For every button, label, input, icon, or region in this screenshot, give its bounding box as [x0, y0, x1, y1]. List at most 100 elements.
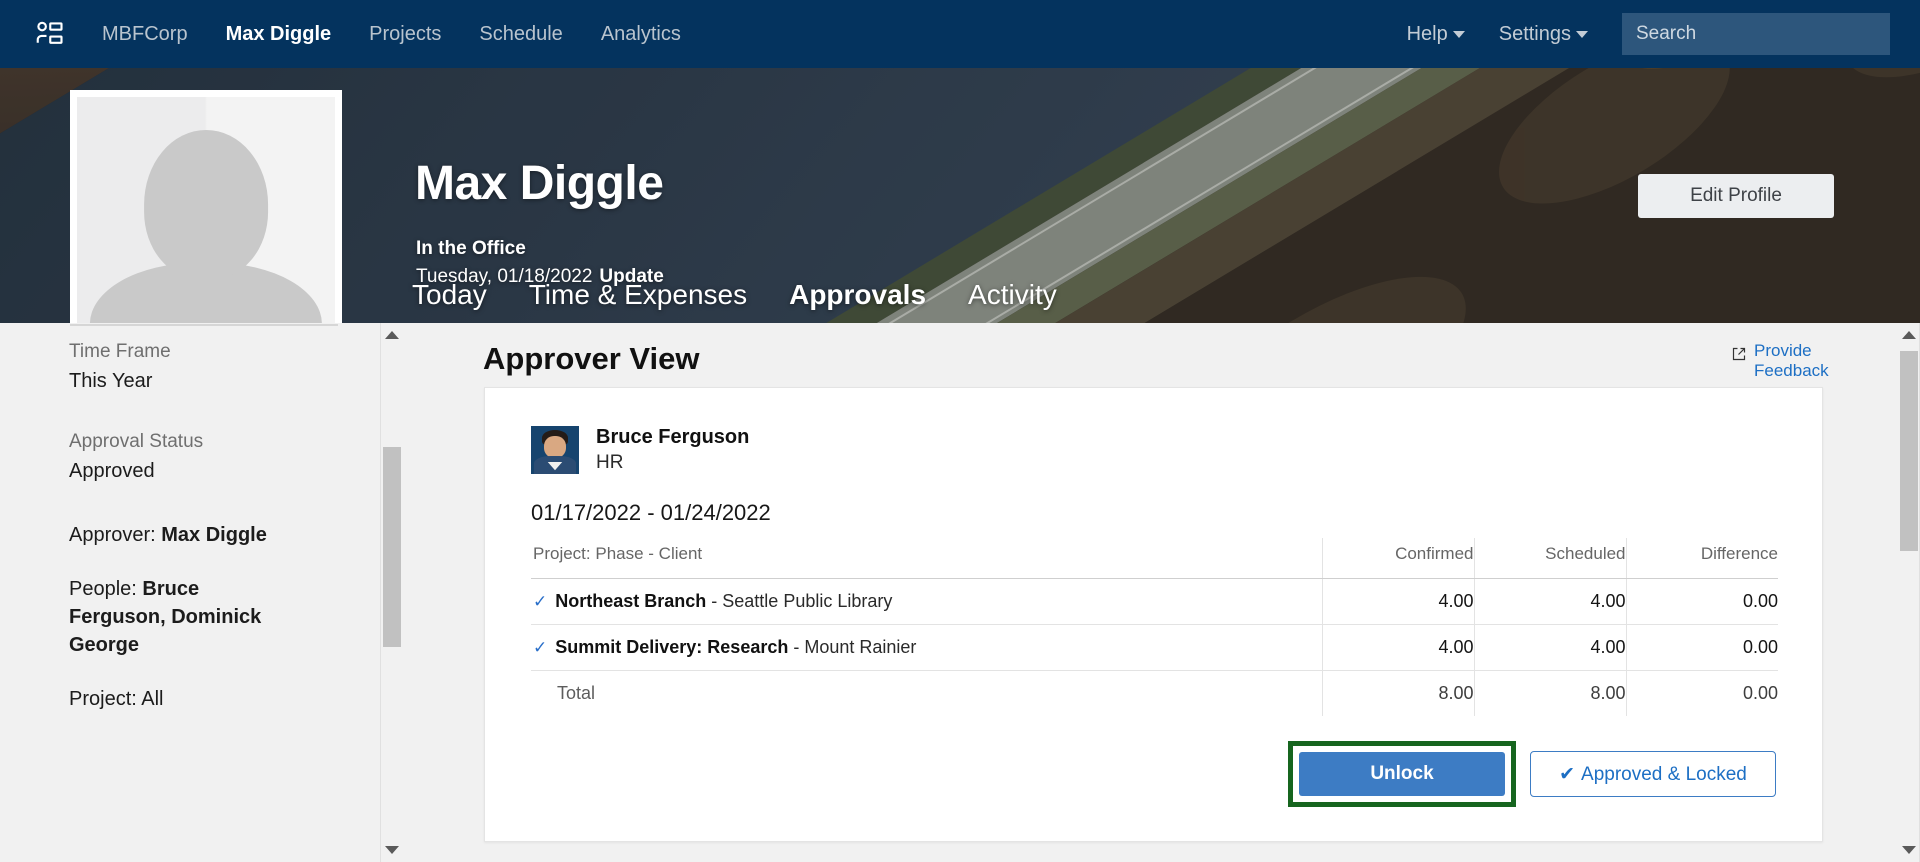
people-list-icon[interactable]: [34, 19, 64, 49]
hours-table: Project: Phase - Client Confirmed Schedu…: [531, 538, 1778, 716]
row-scheduled-cell: 4.00: [1473, 624, 1626, 671]
external-link-icon: [1732, 347, 1746, 361]
scrollbar-thumb[interactable]: [383, 447, 401, 647]
approver-prefix: Approver:: [69, 524, 162, 546]
edit-profile-button[interactable]: Edit Profile: [1638, 174, 1834, 218]
nav-link-analytics[interactable]: Analytics: [601, 23, 681, 46]
project-prefix: Project:: [69, 688, 142, 710]
time-frame-value: This Year: [69, 370, 153, 392]
avatar-face-shape: [543, 435, 567, 458]
nav-link-max-diggle[interactable]: Max Diggle: [226, 23, 332, 46]
total-difference: 0.00: [1625, 670, 1778, 716]
row-confirmed-cell: 4.00: [1321, 578, 1474, 625]
unlock-highlight-box: Unlock: [1288, 741, 1516, 807]
scroll-up-arrow-icon[interactable]: [1901, 331, 1916, 339]
avatar-underline-divider: [70, 324, 338, 326]
approval-status-label: Approval Status: [69, 431, 204, 452]
row-project-name: Northeast Branch: [555, 591, 707, 611]
tab-approvals[interactable]: Approvals: [789, 279, 926, 311]
time-frame-label: Time Frame: [69, 341, 171, 362]
unlock-button[interactable]: Unlock: [1299, 752, 1505, 796]
approver-view-title: Approver View: [483, 341, 700, 376]
table-body: ✓ Northeast Branch - Seattle Public Libra…: [531, 578, 1778, 716]
nav-right-group: Help Settings: [1407, 13, 1920, 55]
total-label: Total: [557, 683, 596, 703]
chevron-down-icon: [1576, 30, 1588, 38]
check-icon: ✓: [533, 592, 548, 611]
row-scheduled-cell: 4.00: [1473, 578, 1626, 625]
row-project-separator: -: [706, 591, 723, 611]
body-area: Time Frame This Year Approval Status App…: [0, 323, 1920, 862]
check-icon: ✔: [1559, 763, 1576, 785]
status-badge: In the Office: [416, 238, 526, 259]
check-icon: ✓: [533, 638, 548, 657]
card-action-buttons: Unlock ✔ Approved & Locked: [1288, 741, 1776, 807]
column-header-scheduled: Scheduled: [1473, 538, 1626, 579]
filter-time-frame[interactable]: Time Frame This Year: [69, 341, 380, 393]
column-header-confirmed: Confirmed: [1321, 538, 1474, 579]
column-header-project: Project: Phase - Client: [531, 538, 1322, 579]
page-title: Max Diggle: [415, 157, 664, 210]
person-role: HR: [596, 452, 624, 473]
total-confirmed: 8.00: [1321, 670, 1474, 716]
scrollbar-thumb[interactable]: [1900, 351, 1918, 551]
tab-activity[interactable]: Activity: [968, 279, 1057, 311]
nav-link-projects[interactable]: Projects: [369, 23, 441, 46]
row-project-name: Summit Delivery: Research: [555, 637, 789, 657]
table-row[interactable]: ✓ Summit Delivery: Research - Mount Raini…: [531, 624, 1778, 671]
avatar-placeholder-image: [77, 97, 335, 323]
row-project-client: Seattle Public Library: [722, 591, 893, 611]
row-project-cell: ✓ Northeast Branch - Seattle Public Libra…: [531, 578, 1322, 625]
filter-people[interactable]: People: Bruce Ferguson, Dominick George: [69, 575, 299, 659]
row-difference-cell: 0.00: [1625, 578, 1778, 625]
filter-approver[interactable]: Approver: Max Diggle: [69, 521, 299, 549]
nav-link-mbfcorp[interactable]: MBFCorp: [102, 23, 188, 46]
card-person-header: Bruce Ferguson HR: [531, 426, 749, 474]
help-menu-label: Help: [1406, 22, 1448, 45]
filter-approval-status[interactable]: Approval Status Approved: [69, 431, 380, 483]
main-header: Approver View Provide Feedback: [403, 323, 1898, 395]
avatar[interactable]: [70, 90, 342, 323]
person-name: Bruce Ferguson: [596, 426, 750, 448]
column-header-difference: Difference: [1625, 538, 1778, 579]
sidebar-scrollbar[interactable]: [380, 323, 402, 862]
table-header: Project: Phase - Client Confirmed Schedu…: [531, 538, 1778, 579]
filter-project[interactable]: Project: All: [69, 685, 299, 713]
main-scrollbar[interactable]: [1898, 323, 1920, 862]
tab-today[interactable]: Today: [412, 279, 487, 311]
project-value: All: [141, 688, 164, 710]
scroll-up-arrow-icon[interactable]: [384, 331, 399, 339]
row-confirmed-cell: 4.00: [1321, 624, 1474, 671]
tab-time-and-expenses[interactable]: Time & Expenses: [529, 279, 747, 311]
scroll-down-arrow-icon[interactable]: [384, 846, 399, 854]
date-range: 01/17/2022 - 01/24/2022: [531, 500, 771, 525]
provide-feedback-link[interactable]: Provide Feedback: [1731, 341, 1836, 381]
avatar[interactable]: [531, 426, 579, 474]
row-difference-cell: 0.00: [1625, 624, 1778, 671]
main-content: Approver View Provide Feedback Bruce Fer…: [403, 323, 1898, 862]
person-info: Bruce Ferguson HR: [596, 426, 749, 474]
provide-feedback-label: Provide Feedback: [1754, 341, 1829, 380]
approved-and-locked-button[interactable]: ✔ Approved & Locked: [1530, 751, 1776, 797]
approved-and-locked-label: Approved & Locked: [1581, 763, 1747, 785]
scroll-down-arrow-icon[interactable]: [1901, 846, 1916, 854]
settings-menu[interactable]: Settings: [1499, 23, 1588, 46]
total-scheduled: 8.00: [1473, 670, 1626, 716]
row-project-separator: -: [788, 637, 805, 657]
help-menu[interactable]: Help: [1407, 23, 1465, 46]
top-navigation-bar: MBFCorp Max Diggle Projects Schedule Ana…: [0, 0, 1920, 68]
profile-tabs: Today Time & Expenses Approvals Activity: [412, 279, 1057, 311]
avatar-head-shape: [144, 130, 268, 280]
table-total-row: Total 8.00 8.00 0.00: [531, 670, 1778, 716]
chevron-down-icon: [1452, 30, 1465, 38]
people-prefix: People:: [69, 578, 143, 600]
hero-content: Max Diggle In the Office Tuesday, 01/18/…: [0, 68, 1920, 323]
approval-card: Bruce Ferguson HR 01/17/2022 - 01/24/202…: [484, 387, 1823, 842]
filter-sidebar: Time Frame This Year Approval Status App…: [0, 323, 380, 862]
approver-value: Max Diggle: [161, 524, 267, 546]
table-row[interactable]: ✓ Northeast Branch - Seattle Public Libra…: [531, 578, 1778, 625]
approval-status-value: Approved: [69, 460, 155, 482]
search-input[interactable]: [1622, 13, 1890, 55]
nav-link-schedule[interactable]: Schedule: [479, 23, 562, 46]
row-project-client: Mount Rainier: [804, 637, 917, 657]
